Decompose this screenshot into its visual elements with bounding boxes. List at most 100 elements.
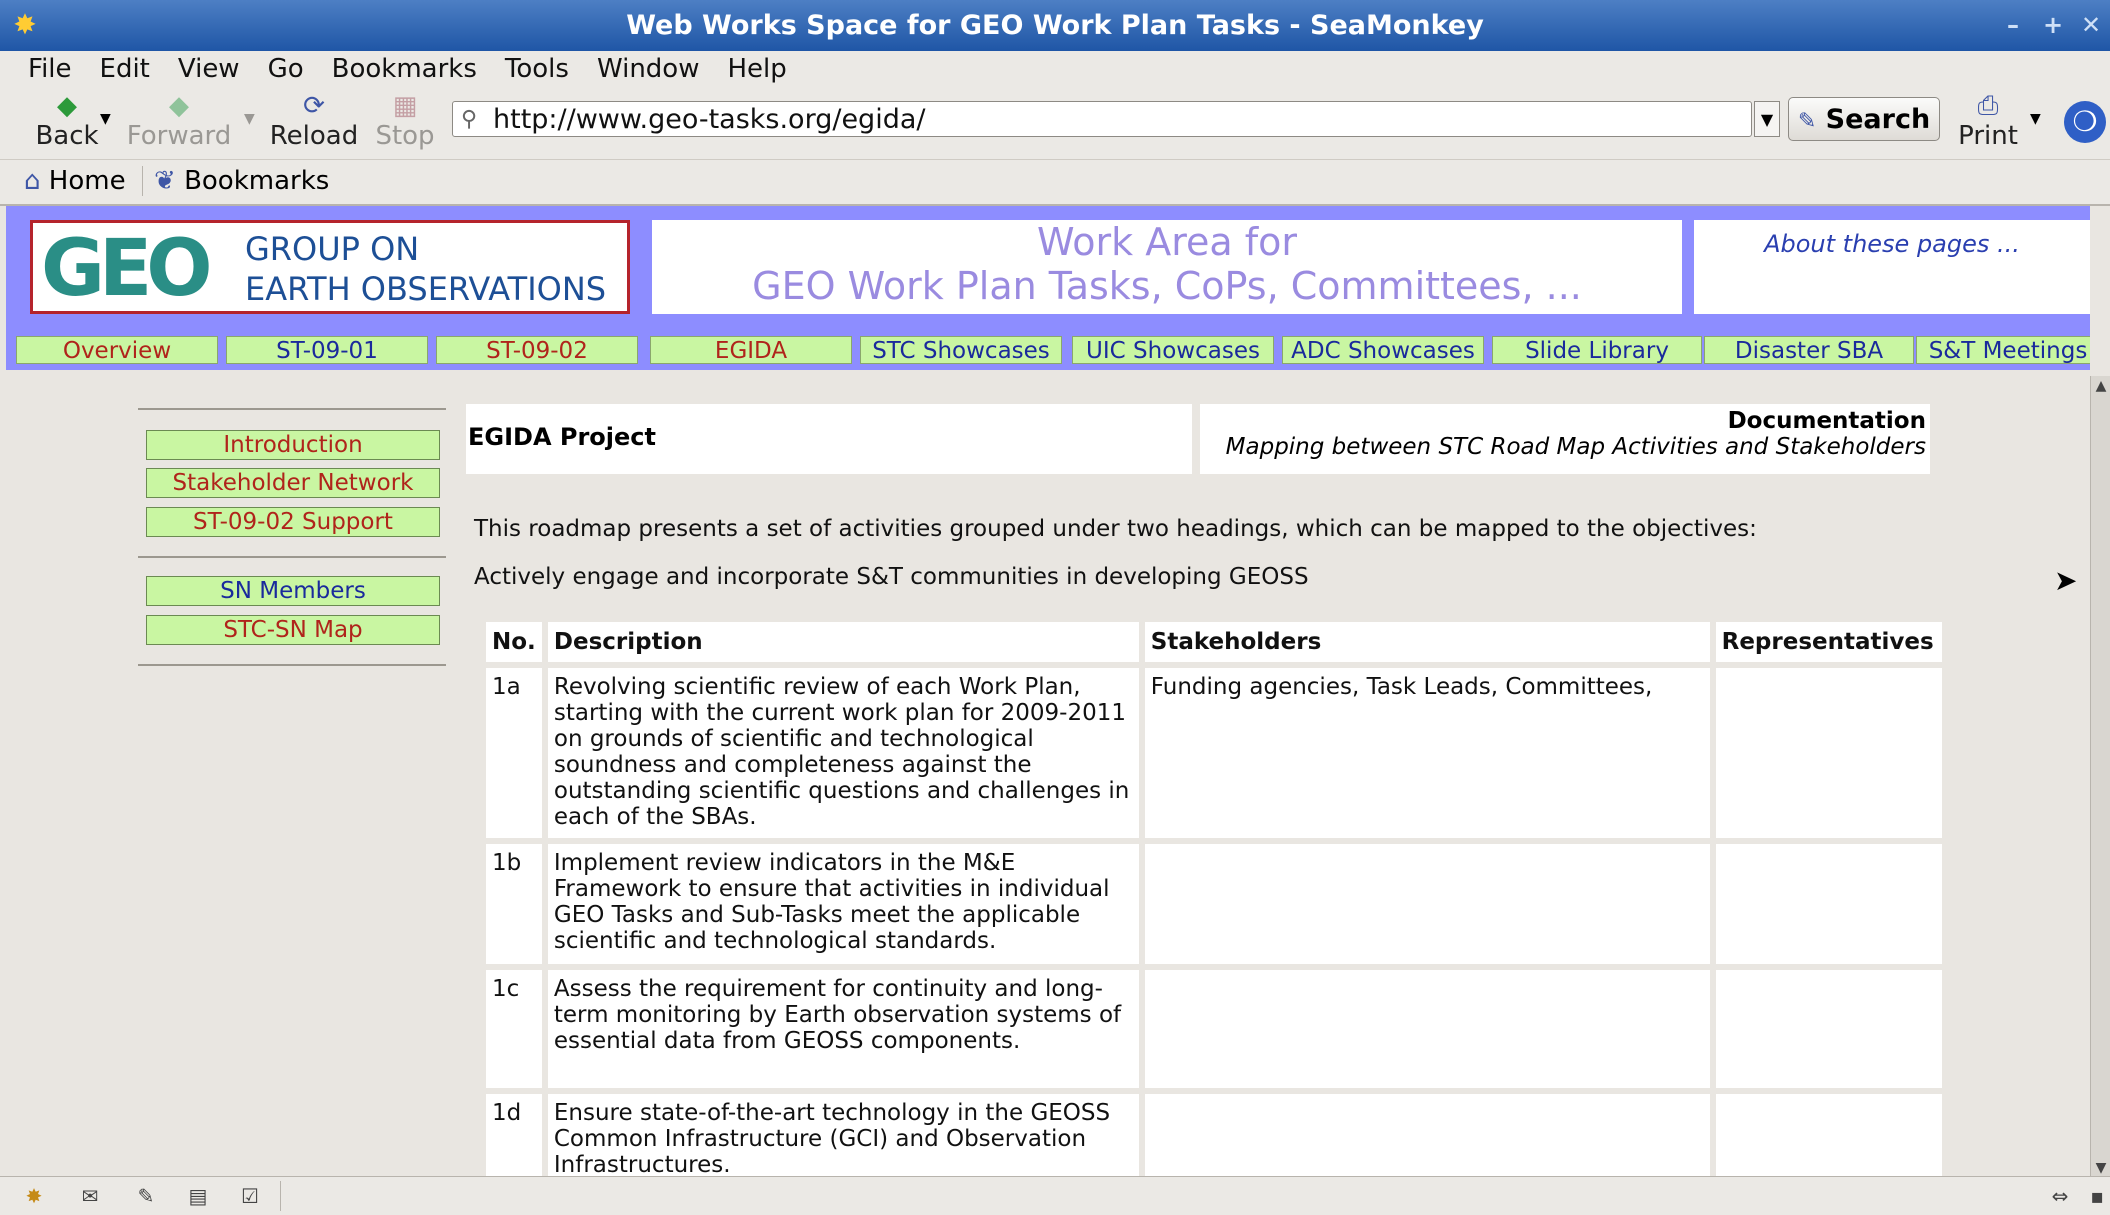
mouse-cursor-icon: ➤	[2054, 564, 2078, 597]
sidebar-item-st-09-02-support[interactable]: ST-09-02 Support	[146, 507, 440, 537]
toolbar-separator	[142, 166, 143, 196]
tab-st-meetings[interactable]: S&T Meetings	[1916, 336, 2090, 364]
intro-paragraph: This roadmap presents a set of activitie…	[474, 516, 1757, 542]
column-header-stakeholders: Stakeholders	[1144, 622, 1710, 662]
status-separator	[280, 1181, 281, 1211]
menubar: File Edit View Go Bookmarks Tools Window…	[0, 51, 2110, 87]
back-button[interactable]: ◆ Back	[24, 91, 110, 155]
search-button[interactable]: ✎ Search	[1788, 97, 1940, 141]
menu-edit[interactable]: Edit	[86, 54, 164, 84]
documentation-box: Documentation Mapping between STC Road M…	[1200, 404, 1930, 474]
cell-stakeholders	[1144, 844, 1710, 964]
maximize-button[interactable]: +	[2038, 12, 2068, 38]
geo-header-banner: GEO GROUP ON EARTH OBSERVATIONS Work Are…	[6, 206, 2090, 370]
status-bar: ✸ ✉ ✎ ▤ ☑ ⇔ ▪	[0, 1176, 2110, 1215]
tab-stc-showcases[interactable]: STC Showcases	[860, 336, 1062, 364]
forward-label: Forward	[126, 121, 232, 151]
cell-no: 1d	[486, 1094, 542, 1176]
cell-representatives	[1715, 970, 1942, 1088]
home-button[interactable]: ⌂ Home	[24, 166, 126, 196]
section-heading: Actively engage and incorporate S&T comm…	[474, 564, 1309, 590]
tab-egida[interactable]: EGIDA	[650, 336, 852, 364]
scroll-up-icon[interactable]: ▲	[2091, 376, 2110, 396]
mail-icon[interactable]: ✉	[74, 1183, 106, 1209]
reload-label: Reload	[269, 121, 359, 151]
security-icon[interactable]: ▪	[2084, 1183, 2110, 1209]
menu-go[interactable]: Go	[254, 54, 318, 84]
sidebar-divider	[138, 556, 446, 558]
work-area-line-1: Work Area for	[1036, 220, 1298, 264]
address-book-icon[interactable]: ▤	[182, 1183, 214, 1209]
forward-history-dropdown[interactable]: ▼	[244, 111, 255, 127]
print-options-dropdown[interactable]: ▼	[2030, 111, 2041, 127]
print-button[interactable]: ⎙ Print	[1950, 91, 2026, 155]
forward-arrow-icon: ◆	[169, 91, 189, 121]
window-titlebar: ✸ Web Works Space for GEO Work Plan Task…	[0, 0, 2110, 51]
sidebar-item-stakeholder-network[interactable]: Stakeholder Network	[146, 468, 440, 498]
cell-no: 1a	[486, 668, 542, 838]
printer-icon: ⎙	[1977, 91, 1999, 121]
back-history-dropdown[interactable]: ▼	[100, 111, 111, 127]
navigator-icon[interactable]: ✸	[18, 1183, 50, 1209]
sidebar-item-introduction[interactable]: Introduction	[146, 430, 440, 460]
tab-overview[interactable]: Overview	[16, 336, 218, 364]
stop-icon: ▦	[392, 91, 418, 121]
cell-representatives	[1715, 1094, 1942, 1176]
tab-st-09-01[interactable]: ST-09-01	[226, 336, 428, 364]
composer-icon[interactable]: ✎	[130, 1183, 162, 1209]
column-header-description: Description	[547, 622, 1139, 662]
stop-button[interactable]: ▦ Stop	[370, 91, 440, 155]
sidebar-item-stc-sn-map[interactable]: STC-SN Map	[146, 615, 440, 645]
table-row: 1d Ensure state-of-the-art technology in…	[486, 1094, 1942, 1176]
tab-uic-showcases[interactable]: UIC Showcases	[1072, 336, 1274, 364]
home-icon: ⌂	[24, 166, 41, 196]
tab-disaster-sba[interactable]: Disaster SBA	[1704, 336, 1914, 364]
cell-description: Assess the requirement for continuity an…	[547, 970, 1139, 1088]
logo-line-2: EARTH OBSERVATIONS	[245, 270, 607, 308]
column-header-no: No.	[486, 622, 542, 662]
bookmarks-icon: ❦	[154, 166, 176, 196]
minimize-button[interactable]: –	[1998, 12, 2028, 38]
cell-no: 1b	[486, 844, 542, 964]
project-title: EGIDA Project	[466, 404, 1192, 474]
geo-logo[interactable]: GEO GROUP ON EARTH OBSERVATIONS	[30, 220, 630, 314]
search-icon: ✎	[1797, 109, 1817, 134]
geo-logo-text: GROUP ON EARTH OBSERVATIONS	[245, 229, 606, 309]
menu-tools[interactable]: Tools	[491, 54, 583, 84]
cell-representatives	[1715, 844, 1942, 964]
throbber-icon[interactable]: ❍	[2064, 101, 2106, 143]
menu-bookmarks[interactable]: Bookmarks	[318, 54, 491, 84]
sidebar-item-sn-members[interactable]: SN Members	[146, 576, 440, 606]
back-label: Back	[35, 121, 99, 151]
reload-icon: ⟳	[303, 91, 325, 121]
bookmarks-button[interactable]: ❦ Bookmarks	[154, 166, 329, 196]
url-text: http://www.geo-tasks.org/egida/	[493, 104, 926, 135]
about-link[interactable]: About these pages ...	[1764, 230, 2020, 258]
search-label: Search	[1825, 104, 1931, 135]
tab-adc-showcases[interactable]: ADC Showcases	[1282, 336, 1484, 364]
url-history-dropdown[interactable]: ▼	[1754, 101, 1780, 137]
work-area-line-2: GEO Work Plan Tasks, CoPs, Committees, .…	[752, 264, 1582, 308]
close-button[interactable]: ✕	[2076, 12, 2106, 38]
reload-button[interactable]: ⟳ Reload	[266, 91, 362, 155]
scroll-down-icon[interactable]: ▼	[2091, 1158, 2110, 1178]
vertical-scrollbar[interactable]: ▲ ▼	[2090, 376, 2110, 1178]
online-status-icon[interactable]: ⇔	[2040, 1183, 2080, 1209]
menu-help[interactable]: Help	[713, 54, 800, 84]
site-icon: ⚲	[461, 107, 478, 132]
table-row: 1b Implement review indicators in the M&…	[486, 844, 1942, 964]
personal-toolbar: ⌂ Home ❦ Bookmarks	[0, 160, 2110, 206]
navigation-toolbar: ◆ Back ▼ ◆ Forward ▼ ⟳ Reload ▦ Stop ⚲ h…	[0, 87, 2110, 160]
tab-slide-library[interactable]: Slide Library	[1492, 336, 1702, 364]
forward-button[interactable]: ◆ Forward	[124, 91, 234, 155]
chat-icon[interactable]: ☑	[234, 1183, 266, 1209]
menu-file[interactable]: File	[0, 54, 86, 84]
documentation-subtitle: Mapping between STC Road Map Activities …	[1225, 434, 1926, 460]
cell-no: 1c	[486, 970, 542, 1088]
stop-label: Stop	[375, 121, 435, 151]
page-content: GEO GROUP ON EARTH OBSERVATIONS Work Are…	[0, 206, 2090, 1176]
tab-st-09-02[interactable]: ST-09-02	[436, 336, 638, 364]
menu-window[interactable]: Window	[583, 54, 714, 84]
menu-view[interactable]: View	[164, 54, 254, 84]
url-input[interactable]: ⚲ http://www.geo-tasks.org/egida/	[452, 101, 1752, 137]
